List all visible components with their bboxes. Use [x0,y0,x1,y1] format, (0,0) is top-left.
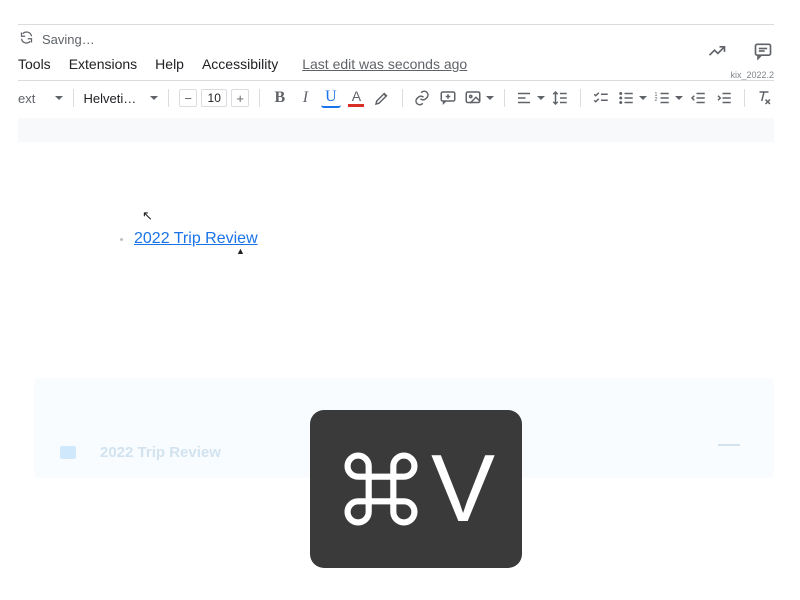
font-family-dropdown[interactable]: Helvetica … [84,91,141,106]
formatting-toolbar: ext Helvetica … − + B I U A [18,86,774,110]
activity-icon[interactable] [706,40,728,62]
separator [73,89,74,107]
separator [259,89,260,107]
list-bullet [120,238,123,241]
top-divider [18,24,774,25]
document-page[interactable] [64,145,664,375]
checklist-button[interactable] [591,87,611,109]
v-key-label: V [431,441,495,537]
menu-accessibility[interactable]: Accessibility [202,56,278,72]
font-size-increase-button[interactable]: + [231,89,249,107]
line-spacing-button[interactable] [551,87,571,109]
separator [744,89,745,107]
chevron-down-icon [486,96,494,100]
comment-history-icon[interactable] [752,40,774,62]
separator [580,89,581,107]
command-key-icon [337,445,425,533]
underline-button[interactable]: U [321,88,341,108]
svg-text:2: 2 [654,97,657,103]
styles-dropdown[interactable]: ext [18,91,45,106]
top-right-actions [706,40,774,62]
insert-link-button[interactable] [413,87,433,109]
caret-indicator-icon: ▲ [236,246,245,256]
font-size-input[interactable] [201,89,227,107]
font-size-group: − + [179,89,249,107]
align-button[interactable] [515,89,545,107]
highlight-button[interactable] [372,87,392,109]
italic-button[interactable]: I [296,87,316,109]
text-color-letter: A [352,89,361,103]
last-edit-link[interactable]: Last edit was seconds ago [302,56,467,72]
text-color-button[interactable]: A [347,87,367,109]
saving-status: Saving… [19,30,95,48]
chevron-down-icon [675,96,683,100]
separator [504,89,505,107]
insert-image-button[interactable] [464,89,494,107]
saving-text: Saving… [42,32,95,47]
version-tag: kix_2022.2 [730,70,774,80]
keyboard-shortcut-overlay: V [310,410,522,568]
cursor-arrow-icon: ↖ [142,208,153,224]
chevron-down-icon[interactable] [55,96,63,100]
menu-help[interactable]: Help [155,56,184,72]
font-size-decrease-button[interactable]: − [179,89,197,107]
bold-button[interactable]: B [270,87,290,109]
text-color-bar [348,104,364,107]
clear-formatting-button[interactable] [755,87,775,109]
refresh-icon [19,30,34,48]
menu-tools[interactable]: Tools [18,56,51,72]
lower-panel-action [718,444,740,446]
menu-divider [18,80,774,81]
ruler-area [18,118,774,142]
bulleted-list-button[interactable] [617,89,647,107]
chevron-down-icon [537,96,545,100]
menu-extensions[interactable]: Extensions [69,56,137,72]
insert-comment-button[interactable] [438,87,458,109]
chevron-down-icon [639,96,647,100]
separator [168,89,169,107]
numbered-list-button[interactable]: 12 [653,89,683,107]
menu-bar: Tools Extensions Help Accessibility Last… [18,56,467,72]
separator [402,89,403,107]
lower-panel-chip [60,446,76,459]
decrease-indent-button[interactable] [689,87,709,109]
chevron-down-icon[interactable] [150,96,158,100]
increase-indent-button[interactable] [714,87,734,109]
lower-panel-title: 2022 Trip Review [100,444,221,461]
